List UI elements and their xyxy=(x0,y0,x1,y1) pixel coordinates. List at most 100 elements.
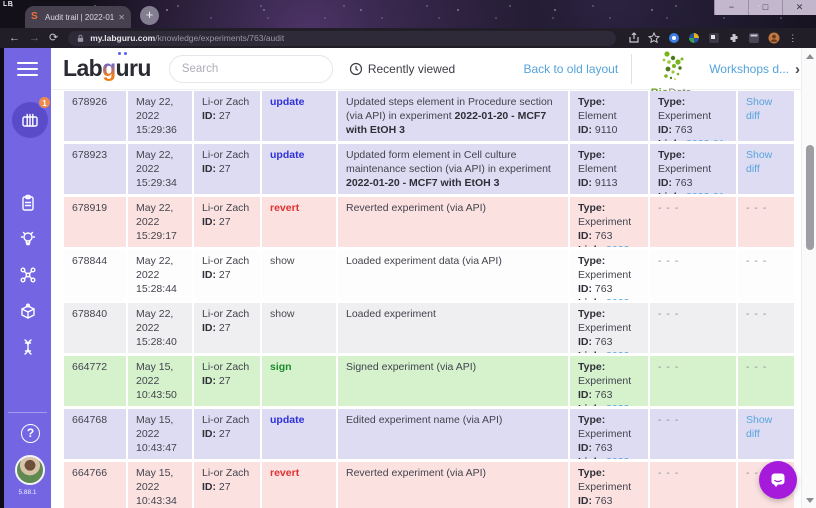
target-1: Type: ExperimentID: 763Link: 2022-01-20 … xyxy=(570,356,650,406)
back-icon[interactable]: ← xyxy=(9,33,20,44)
search-input[interactable] xyxy=(180,62,338,76)
field-value: Experiment xyxy=(658,110,711,122)
audit-time: 15:28:44 xyxy=(136,283,185,297)
share-icon[interactable] xyxy=(628,32,640,44)
field-value: Experiment xyxy=(578,428,631,440)
header-right: Back to old layout BioData Works xyxy=(523,48,800,90)
audit-id: 664768 xyxy=(72,414,107,426)
extension-color-icon[interactable] xyxy=(688,32,700,44)
field-label: Type: xyxy=(578,361,605,373)
audit-id: 664772 xyxy=(72,361,107,373)
target-1: Type: ExperimentID: 763Link: 2022-01-20 … xyxy=(570,303,650,353)
extension-tab-icon[interactable] xyxy=(748,32,760,44)
field-label: Type: xyxy=(578,414,605,426)
sidebar-item-workflows[interactable] xyxy=(4,265,51,285)
action-cell: sign xyxy=(262,356,338,406)
diff-dashes: - - - xyxy=(746,308,767,320)
close-button[interactable]: ✕ xyxy=(782,0,816,15)
audit-date: May 15, 2022 xyxy=(136,361,185,389)
bookmark-star-icon[interactable] xyxy=(648,32,660,44)
page-scrollbar[interactable] xyxy=(801,48,816,508)
clipboard-icon xyxy=(18,193,38,213)
audit-time: 10:43:50 xyxy=(136,389,185,403)
field-label: Link: xyxy=(658,138,683,141)
show-diff-link[interactable]: Show diff xyxy=(746,414,772,440)
user-id-value: 27 xyxy=(219,163,231,175)
address-bar[interactable]: my.labguru.com/knowledge/experiments/763… xyxy=(68,31,616,46)
sidebar-item-biocollections[interactable] xyxy=(4,337,51,357)
user-name: Li-or Zach xyxy=(202,467,253,481)
field-label: Link: xyxy=(578,456,603,459)
chat-widget-button[interactable] xyxy=(759,461,797,499)
chrome-menu-icon[interactable]: ⋮ xyxy=(788,33,798,44)
user-avatar[interactable] xyxy=(15,455,45,485)
workshops-link[interactable]: Workshops d... xyxy=(709,62,789,76)
user-id-value: 27 xyxy=(219,269,231,281)
desc-text: Updated form element in Cell culture mai… xyxy=(346,149,551,175)
audit-id-cell: 678840 xyxy=(64,303,128,353)
sidebar-item-inventory[interactable] xyxy=(4,301,51,321)
desc-text: Loaded experiment data (via API) xyxy=(346,255,502,267)
table-row: 678919 May 22, 202215:29:17 Li-or ZachID… xyxy=(64,197,794,247)
forward-icon[interactable]: → xyxy=(29,33,40,44)
date-cell: May 22, 202215:28:44 xyxy=(128,250,194,300)
scroll-up-icon[interactable] xyxy=(806,54,814,59)
tab-close-icon[interactable]: ✕ xyxy=(118,13,125,22)
field-label: Type: xyxy=(578,202,605,214)
action-label: update xyxy=(270,96,304,108)
app-version: 5.88.1 xyxy=(4,489,51,496)
show-diff-link[interactable]: Show diff xyxy=(746,149,772,175)
labguru-logo[interactable]: Labguru xyxy=(63,55,151,82)
show-diff-link[interactable]: Show diff xyxy=(746,96,772,122)
date-cell: May 15, 202210:43:34 xyxy=(128,462,194,508)
user-id-value: 27 xyxy=(219,216,231,228)
diff-dashes: - - - xyxy=(746,255,767,267)
sidebar-item-protocols[interactable] xyxy=(4,193,51,213)
user-id-label: ID: xyxy=(202,322,216,334)
desc-bold: 2022-01-20 - MCF7 with EtOH 3 xyxy=(346,177,499,189)
field-label: Type: xyxy=(578,467,605,479)
biodata-logo: BioData xyxy=(645,48,697,90)
minimize-button[interactable]: − xyxy=(714,0,748,15)
help-button[interactable]: ? xyxy=(21,424,40,443)
field-label: Type: xyxy=(658,96,685,108)
reload-icon[interactable]: ⟳ xyxy=(49,33,58,44)
audit-date: May 22, 2022 xyxy=(136,255,185,283)
new-tab-button[interactable]: + xyxy=(140,6,159,25)
field-label: ID: xyxy=(578,336,592,348)
sidebar-item-knowledge[interactable] xyxy=(4,229,51,249)
user-cell: Li-or ZachID: 27 xyxy=(194,409,262,459)
profile-avatar[interactable] xyxy=(768,32,780,44)
menu-hamburger-icon[interactable] xyxy=(17,62,38,76)
extension-dark-icon[interactable] xyxy=(708,32,720,44)
date-cell: May 15, 202210:43:50 xyxy=(128,356,194,406)
recently-viewed-button[interactable]: Recently viewed xyxy=(349,62,455,76)
target-1: Type: ExperimentID: 763Link: 2022-01-20 … xyxy=(570,250,650,300)
extension-blue-icon[interactable] xyxy=(668,32,680,44)
maximize-button[interactable]: □ xyxy=(748,0,782,15)
user-name: Li-or Zach xyxy=(202,202,253,216)
field-value: 763 xyxy=(595,230,613,242)
search-box[interactable] xyxy=(169,55,333,83)
scrollbar-thumb[interactable] xyxy=(806,145,814,250)
chevron-right-icon[interactable]: › xyxy=(795,62,800,77)
target-2: Type: ExperimentID: 763Link: 2022-01-20 … xyxy=(650,91,738,141)
audit-time: 15:29:34 xyxy=(136,177,185,191)
empty-dashes: - - - xyxy=(658,361,729,375)
diff-cell: - - - xyxy=(738,303,794,353)
back-to-old-layout-link[interactable]: Back to old layout xyxy=(523,62,618,76)
action-label: show xyxy=(270,308,295,320)
browser-tab-strip: LB S Audit trail | 2022-01-20 - MCF7 ✕ +… xyxy=(0,0,816,28)
target-2: - - - xyxy=(650,462,738,508)
extensions-puzzle-icon[interactable] xyxy=(728,32,740,44)
user-cell: Li-or ZachID: 27 xyxy=(194,356,262,406)
user-cell: Li-or ZachID: 27 xyxy=(194,462,262,508)
browser-tab[interactable]: S Audit trail | 2022-01-20 - MCF7 ✕ xyxy=(25,6,131,28)
audit-id-cell: 678923 xyxy=(64,144,128,194)
user-id-value: 27 xyxy=(219,428,231,440)
user-name: Li-or Zach xyxy=(202,308,253,322)
action-cell: show xyxy=(262,250,338,300)
desc-text: Loaded experiment xyxy=(346,308,436,320)
target-2: - - - xyxy=(650,250,738,300)
scroll-down-icon[interactable] xyxy=(806,498,814,503)
